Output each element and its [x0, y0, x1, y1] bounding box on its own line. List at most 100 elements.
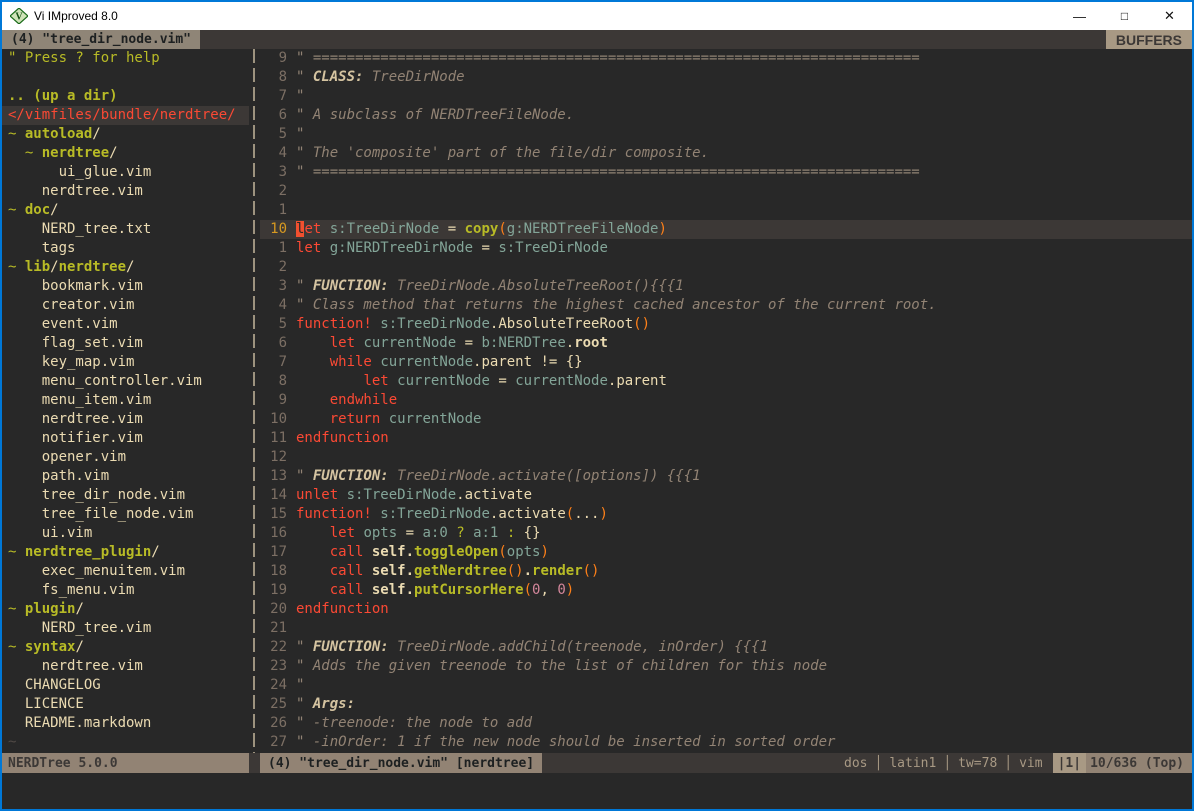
- filetype-value: vim: [1019, 756, 1042, 771]
- code-line[interactable]: 13" FUNCTION: TreeDirNode.activate([opti…: [260, 467, 1192, 486]
- code-line[interactable]: 2: [260, 182, 1192, 201]
- tree-item[interactable]: ~ nerdtree/: [2, 144, 249, 163]
- tree-item[interactable]: ~ syntax/: [2, 638, 249, 657]
- code-line[interactable]: 14unlet s:TreeDirNode.activate: [260, 486, 1192, 505]
- line-number: 13: [260, 467, 287, 486]
- line-number: 5: [260, 125, 287, 144]
- code-line[interactable]: 21: [260, 619, 1192, 638]
- tree-item[interactable]: ~ autoload/: [2, 125, 249, 144]
- tree-item[interactable]: tags: [2, 239, 249, 258]
- code-line[interactable]: 18 call self.getNerdtree().render(): [260, 562, 1192, 581]
- line-number: 16: [260, 524, 287, 543]
- tree-item[interactable]: NERD_tree.vim: [2, 619, 249, 638]
- code-line[interactable]: 23" Adds the given treenode to the list …: [260, 657, 1192, 676]
- tree-item[interactable]: .. (up a dir): [2, 87, 249, 106]
- code-line[interactable]: 10 return currentNode: [260, 410, 1192, 429]
- line-number: 4: [260, 296, 287, 315]
- code-line[interactable]: 25" Args:: [260, 695, 1192, 714]
- window-separator[interactable]: [249, 49, 260, 753]
- code-line[interactable]: 9" =====================================…: [260, 49, 1192, 68]
- code-line[interactable]: 4" The 'composite' part of the file/dir …: [260, 144, 1192, 163]
- code-line[interactable]: 12: [260, 448, 1192, 467]
- tree-item[interactable]: opener.vim: [2, 448, 249, 467]
- tree-item[interactable]: key_map.vim: [2, 353, 249, 372]
- code-line[interactable]: 1let g:NERDTreeDirNode = s:TreeDirNode: [260, 239, 1192, 258]
- tree-item[interactable]: menu_item.vim: [2, 391, 249, 410]
- tree-item[interactable]: NERD_tree.txt: [2, 220, 249, 239]
- code-line[interactable]: 8" CLASS: TreeDirNode: [260, 68, 1192, 87]
- maximize-button[interactable]: □: [1102, 2, 1147, 30]
- tabline-fill: [200, 30, 1106, 49]
- code-line[interactable]: 3" =====================================…: [260, 163, 1192, 182]
- tree-item[interactable]: nerdtree.vim: [2, 182, 249, 201]
- tree-item[interactable]: README.markdown: [2, 714, 249, 733]
- tree-item[interactable]: " Press ? for help: [2, 49, 249, 68]
- line-number: 2: [260, 258, 287, 277]
- code-line[interactable]: 24": [260, 676, 1192, 695]
- code-line[interactable]: 5function! s:TreeDirNode.AbsoluteTreeRoo…: [260, 315, 1192, 334]
- tree-item[interactable]: tree_dir_node.vim: [2, 486, 249, 505]
- code-line[interactable]: 1: [260, 201, 1192, 220]
- code-line[interactable]: 16 let opts = a:0 ? a:1 : {}: [260, 524, 1192, 543]
- line-number: 26: [260, 714, 287, 733]
- tree-item[interactable]: creator.vim: [2, 296, 249, 315]
- code-line[interactable]: 5": [260, 125, 1192, 144]
- line-number: 7: [260, 353, 287, 372]
- tree-item[interactable]: flag_set.vim: [2, 334, 249, 353]
- line-number: 1: [260, 201, 287, 220]
- tree-item[interactable]: tree_file_node.vim: [2, 505, 249, 524]
- line-number: 17: [260, 543, 287, 562]
- tab-tree-dir-node[interactable]: (4) "tree_dir_node.vim": [2, 30, 200, 49]
- code-line[interactable]: 11endfunction: [260, 429, 1192, 448]
- tree-item[interactable]: </vimfiles/bundle/nerdtree/: [2, 106, 249, 125]
- tree-item[interactable]: event.vim: [2, 315, 249, 334]
- tree-item[interactable]: nerdtree.vim: [2, 657, 249, 676]
- tree-item[interactable]: CHANGELOG: [2, 676, 249, 695]
- tree-item[interactable]: LICENCE: [2, 695, 249, 714]
- close-button[interactable]: ✕: [1147, 2, 1192, 30]
- code-line[interactable]: 7": [260, 87, 1192, 106]
- code-line[interactable]: 8 let currentNode = currentNode.parent: [260, 372, 1192, 391]
- line-number: 23: [260, 657, 287, 676]
- minimize-button[interactable]: —: [1057, 2, 1102, 30]
- code-line[interactable]: 7 while currentNode.parent != {}: [260, 353, 1192, 372]
- code-line[interactable]: 22" FUNCTION: TreeDirNode.addChild(treen…: [260, 638, 1192, 657]
- tree-item[interactable]: exec_menuitem.vim: [2, 562, 249, 581]
- tree-item[interactable]: menu_controller.vim: [2, 372, 249, 391]
- tree-item[interactable]: ~ doc/: [2, 201, 249, 220]
- tree-item[interactable]: bookmark.vim: [2, 277, 249, 296]
- statusline: NERDTree 5.0.0 (4) "tree_dir_node.vim" […: [2, 753, 1192, 773]
- line-number: 19: [260, 581, 287, 600]
- tree-item[interactable]: notifier.vim: [2, 429, 249, 448]
- tree-item[interactable]: ~: [2, 733, 249, 752]
- code-line[interactable]: 17 call self.toggleOpen(opts): [260, 543, 1192, 562]
- tree-item[interactable]: [2, 68, 249, 87]
- tree-item[interactable]: nerdtree.vim: [2, 410, 249, 429]
- code-line[interactable]: 2: [260, 258, 1192, 277]
- code-line[interactable]: 19 call self.putCursorHere(0, 0): [260, 581, 1192, 600]
- code-line[interactable]: 10let s:TreeDirNode = copy(g:NERDTreeFil…: [260, 220, 1192, 239]
- code-line[interactable]: 26" -treenode: the node to add: [260, 714, 1192, 733]
- tree-item[interactable]: ~ lib/nerdtree/: [2, 258, 249, 277]
- code-line[interactable]: 3" FUNCTION: TreeDirNode.AbsoluteTreeRoo…: [260, 277, 1192, 296]
- command-line[interactable]: [2, 773, 1192, 809]
- nerdtree-status: NERDTree 5.0.0: [2, 753, 249, 773]
- line-number: 22: [260, 638, 287, 657]
- code-line[interactable]: 15function! s:TreeDirNode.activate(...): [260, 505, 1192, 524]
- tree-item[interactable]: ~ plugin/: [2, 600, 249, 619]
- code-line[interactable]: 6 let currentNode = b:NERDTree.root: [260, 334, 1192, 353]
- code-line[interactable]: 9 endwhile: [260, 391, 1192, 410]
- code-line[interactable]: 27" -inOrder: 1 if the new node should b…: [260, 733, 1192, 752]
- code-line[interactable]: 20endfunction: [260, 600, 1192, 619]
- tree-item[interactable]: ~ nerdtree_plugin/: [2, 543, 249, 562]
- tree-item[interactable]: fs_menu.vim: [2, 581, 249, 600]
- separator-icon: │: [997, 756, 1019, 771]
- tree-item[interactable]: ui.vim: [2, 524, 249, 543]
- tree-item[interactable]: path.vim: [2, 467, 249, 486]
- code-line[interactable]: 6" A subclass of NERDTreeFileNode.: [260, 106, 1192, 125]
- nerdtree-pane: " Press ? for help .. (up a dir)</vimfile…: [2, 49, 249, 753]
- code-line[interactable]: 4" Class method that returns the highest…: [260, 296, 1192, 315]
- tree-item[interactable]: ui_glue.vim: [2, 163, 249, 182]
- separator-icon: │: [868, 756, 890, 771]
- file-format: dos: [844, 756, 867, 771]
